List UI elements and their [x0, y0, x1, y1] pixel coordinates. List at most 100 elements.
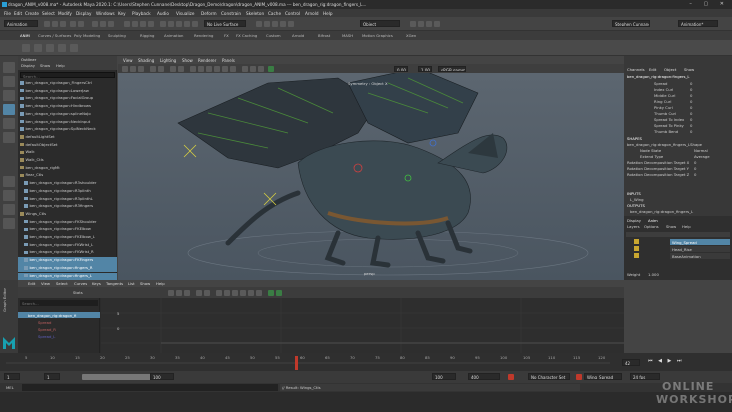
resolution-gate-icon[interactable]: [178, 65, 184, 72]
shelf-button-icon[interactable]: [70, 44, 78, 52]
spline-tangent-icon[interactable]: [224, 289, 230, 296]
channel-box-icon[interactable]: [434, 21, 440, 27]
shelf-tab[interactable]: Poly Modeling: [74, 33, 100, 38]
move-key-icon[interactable]: [168, 289, 174, 296]
menu-edit[interactable]: Edit: [14, 11, 22, 16]
channel-name[interactable]: Thumb Curl: [654, 111, 676, 116]
character-set-dropdown[interactable]: No Character Set: [528, 373, 570, 380]
menu-modify[interactable]: Modify: [58, 11, 72, 16]
select-tool-icon[interactable]: [3, 62, 15, 73]
shelf-tab[interactable]: FX Caching: [236, 33, 257, 38]
end-time-field[interactable]: 100: [432, 373, 456, 380]
outliner-item[interactable]: ben_dragon_rig:dragon:FKElbow: [18, 226, 117, 234]
shelf-tab[interactable]: Rigging: [140, 33, 154, 38]
live-surface-field[interactable]: No Live Surface: [204, 20, 246, 27]
graph-menu-edit[interactable]: Edit: [28, 281, 35, 286]
channel-name[interactable]: Spread To Pinky: [654, 123, 684, 128]
frame-all-icon[interactable]: [196, 289, 202, 296]
camera-select-icon[interactable]: [122, 65, 128, 72]
start-time-field[interactable]: 1: [4, 373, 20, 380]
menu-cache[interactable]: Cache: [268, 11, 281, 16]
snap-point-icon[interactable]: [176, 21, 182, 27]
outliner-item[interactable]: ben_dragon_rigMt: [18, 165, 117, 173]
anim-layer-icon[interactable]: [576, 374, 582, 380]
outliner-item[interactable]: ben_dragon_rig:dragon:Hindbrows: [18, 103, 117, 111]
graph-menu-list[interactable]: List: [128, 281, 135, 286]
wireframe-on-shaded-icon[interactable]: [206, 65, 212, 72]
outliner-search[interactable]: Search...: [20, 72, 115, 79]
graph-view[interactable]: 5 0: [101, 298, 624, 353]
shelf-tab[interactable]: Animation: [164, 33, 183, 38]
viewport-3d-view[interactable]: Symmetry : Object X persp: [118, 73, 624, 280]
graph-menu-keys[interactable]: Keys: [92, 281, 101, 286]
outliner-item[interactable]: Walk: [18, 149, 117, 157]
layer-mute-icon[interactable]: [634, 246, 639, 251]
select-object-icon[interactable]: [100, 21, 106, 27]
object-field[interactable]: Object: [360, 20, 400, 27]
menu-control[interactable]: Control: [285, 11, 300, 16]
channel-name[interactable]: Spread: [654, 81, 667, 86]
outliner-item[interactable]: ben_dragon_rig:dragon:R3fingers: [18, 203, 117, 211]
menu-constrain[interactable]: Constrain: [221, 11, 241, 16]
layer-mute-icon[interactable]: [634, 253, 639, 258]
outliner-layout-icon[interactable]: [3, 218, 15, 229]
break-tangent-icon[interactable]: [268, 289, 274, 296]
exposure-field[interactable]: 0.00: [394, 65, 408, 72]
outliner-item[interactable]: ben_dragon_rig:dragon_FingersCtrl: [18, 80, 117, 88]
outliner-item[interactable]: ben_dragon_rig:dragon:SplNeckNeck: [18, 126, 117, 134]
viewport-menu-panels[interactable]: Panels: [222, 58, 235, 63]
outliner-item[interactable]: ben_dragon_rig:dragon:NeckInput: [18, 119, 117, 127]
outliner-item[interactable]: defaultObjectSet: [18, 142, 117, 150]
shape-channel-name[interactable]: Node State: [640, 148, 661, 153]
outliner-item[interactable]: ben_dragon_rig:dragon:FKWrist_L: [18, 242, 117, 250]
menu-skeleton[interactable]: Skeleton: [246, 11, 264, 16]
menu-select[interactable]: Select: [42, 11, 55, 16]
graph-menu-tangents[interactable]: Tangents: [106, 281, 123, 286]
graph-menu-help[interactable]: Help: [156, 281, 165, 286]
graph-curve-label[interactable]: Spread_L: [38, 334, 55, 339]
shelf-tab[interactable]: FX: [224, 33, 229, 38]
textured-icon[interactable]: [214, 65, 220, 72]
linear-tangent-icon[interactable]: [240, 289, 246, 296]
ipr-icon[interactable]: [272, 21, 278, 27]
menu-visualize[interactable]: Visualize: [176, 11, 194, 16]
shelf-tab-anim[interactable]: ANIM: [20, 33, 30, 38]
color-space-dropdown[interactable]: sRGB gamma: [438, 65, 466, 72]
lasso-tool-icon[interactable]: [3, 76, 15, 87]
insert-key-icon[interactable]: [176, 289, 182, 296]
outliner-item[interactable]: ben_dragon_rig:dragon:FKWrist_R: [18, 249, 117, 257]
menu-audio[interactable]: Audio: [157, 11, 169, 16]
outliner-item[interactable]: Rear_Ctls: [18, 172, 117, 180]
unify-tangent-icon[interactable]: [276, 289, 282, 296]
shape-channel-value[interactable]: 0: [694, 160, 696, 165]
shelf-tab[interactable]: Rendering: [194, 33, 213, 38]
outliner-item[interactable]: ben_dragon_rig:dragon:FKFingers: [18, 257, 117, 265]
render-settings-icon[interactable]: [280, 21, 286, 27]
grid-icon[interactable]: [158, 65, 164, 72]
gamma-field[interactable]: 1.00: [418, 65, 432, 72]
hypershade-icon[interactable]: [288, 21, 294, 27]
shelf-tab[interactable]: Custom: [266, 33, 281, 38]
paint-select-icon[interactable]: [3, 90, 15, 101]
flat-tangent-icon[interactable]: [248, 289, 254, 296]
outliner-item[interactable]: ben_dragon_rig:dragon:splineNoJo: [18, 111, 117, 119]
menu-set-dropdown[interactable]: Animation: [4, 20, 38, 27]
graph-outliner-item[interactable]: ben_dragon_rig:dragon_fi: [18, 312, 100, 318]
filter-joint-icon[interactable]: [132, 21, 138, 27]
shape-channel-value[interactable]: 0: [694, 166, 696, 171]
shelf-tab[interactable]: Curves / Surfaces: [38, 33, 71, 38]
range-start-field[interactable]: 1: [44, 373, 60, 380]
graph-search[interactable]: Search...: [20, 300, 98, 306]
channel-value[interactable]: 0: [690, 93, 692, 98]
outliner-item[interactable]: ben_dragon_rig:dragon:R3plinthL: [18, 196, 117, 204]
channel-name[interactable]: Index Curl: [654, 87, 673, 92]
window-controls[interactable]: – ▢ ✕: [689, 1, 729, 7]
shelf-button-icon[interactable]: [46, 44, 54, 52]
outliner-item[interactable]: ben_dragon_rig:dragon:LowerJaw: [18, 88, 117, 96]
viewport-menu-shading[interactable]: Shading: [138, 58, 154, 63]
undo-icon[interactable]: [70, 21, 76, 27]
modeling-toolkit-icon[interactable]: [410, 21, 416, 27]
outliner-item[interactable]: ben_dragon_rig:dragon:FacialGroup: [18, 95, 117, 103]
shelf-tab[interactable]: Bifrost: [318, 33, 330, 38]
shelf-button-icon[interactable]: [34, 44, 42, 52]
